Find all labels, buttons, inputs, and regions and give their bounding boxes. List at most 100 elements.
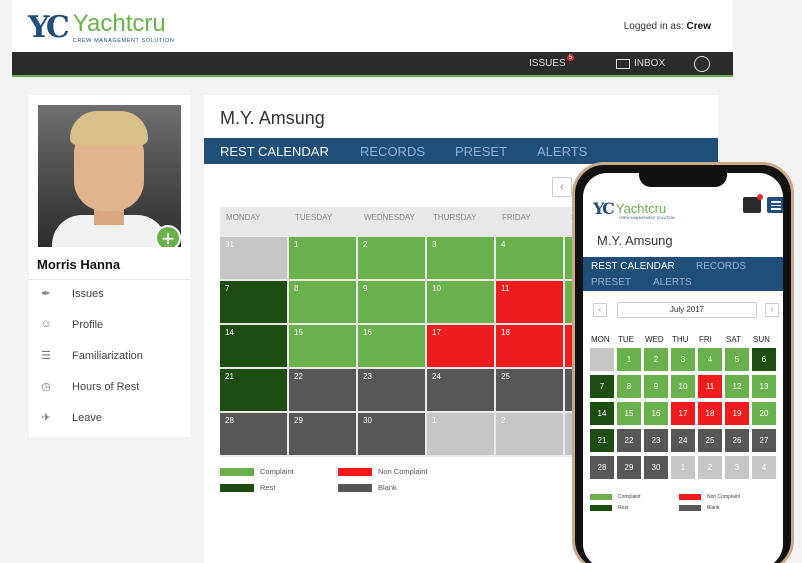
phone-calendar-day-cell[interactable]: 16 xyxy=(644,402,668,425)
phone-calendar-day-cell[interactable]: 1 xyxy=(617,348,641,371)
phone-calendar-day-cell[interactable]: 3 xyxy=(725,456,749,479)
calendar-day-cell[interactable]: 28 xyxy=(220,413,287,455)
sidebar-item-leave[interactable]: ✈ Leave xyxy=(38,408,188,428)
sidebar-item-label: Profile xyxy=(72,319,104,331)
sidebar-item-issues[interactable]: ✒ Issues xyxy=(38,284,188,304)
sidebar-item-hours-of-rest[interactable]: ◷ Hours of Rest xyxy=(38,377,188,397)
calendar-day-cell[interactable]: 29 xyxy=(289,413,356,455)
legend-label: Blank xyxy=(378,483,397,492)
phone-calendar-day-cell[interactable]: 13 xyxy=(752,375,776,398)
phone-calendar-day-cell[interactable]: 7 xyxy=(590,375,614,398)
phone-tab-preset[interactable]: PRESET xyxy=(591,277,631,288)
phone-tab-rest-calendar[interactable]: REST CALENDAR xyxy=(591,261,675,272)
calendar-day-cell[interactable]: 11 xyxy=(496,281,563,323)
phone-calendar-day-cell[interactable]: 1 xyxy=(671,456,695,479)
phone-calendar-day-cell[interactable]: 15 xyxy=(617,402,641,425)
phone-calendar-day-cell[interactable]: 11 xyxy=(698,375,722,398)
calendar-day-cell[interactable]: 24 xyxy=(427,369,494,411)
calendar-day-cell[interactable]: 22 xyxy=(289,369,356,411)
calendar-day-cell[interactable]: 31 xyxy=(220,237,287,279)
phone-calendar-day-cell[interactable]: 10 xyxy=(671,375,695,398)
calendar-day-cell[interactable]: 7 xyxy=(220,281,287,323)
hamburger-menu-icon[interactable] xyxy=(767,197,783,213)
phone-calendar-day-cell[interactable]: 26 xyxy=(725,429,749,452)
calendar-day-cell[interactable]: 15 xyxy=(289,325,356,367)
issues-count-badge: 5 xyxy=(566,54,575,61)
phone-calendar-day-cell[interactable]: 27 xyxy=(752,429,776,452)
phone-calendar-day-cell[interactable]: 12 xyxy=(725,375,749,398)
calendar-day-cell[interactable]: 2 xyxy=(496,413,563,455)
phone-calendar-day-cell[interactable]: 18 xyxy=(698,402,722,425)
prev-month-button[interactable]: ‹ xyxy=(552,177,572,197)
add-photo-button[interactable]: + xyxy=(155,225,181,247)
person-icon: ☺ xyxy=(40,318,52,330)
phone-logo[interactable]: YC Yachtcru CREW MANAGEMENT SOLUTION xyxy=(593,199,675,220)
tab-rest-calendar[interactable]: REST CALENDAR xyxy=(220,144,329,159)
inbox-nav-link[interactable]: INBOX xyxy=(616,58,665,69)
calendar-day-cell[interactable]: 4 xyxy=(496,237,563,279)
calendar-day-cell[interactable]: 16 xyxy=(358,325,425,367)
plane-icon: ✈ xyxy=(41,412,51,424)
calendar-day-cell[interactable]: 3 xyxy=(427,237,494,279)
logo[interactable]: YC Yachtcru CREW MANAGEMENT SOLUTION xyxy=(28,10,174,45)
tab-alerts[interactable]: ALERTS xyxy=(537,144,587,159)
calendar-day-cell[interactable]: 30 xyxy=(358,413,425,455)
calendar-day-cell[interactable]: 2 xyxy=(358,237,425,279)
phone-calendar-day-cell[interactable]: 8 xyxy=(617,375,641,398)
user-account-icon[interactable] xyxy=(694,56,710,72)
calendar-day-cell[interactable]: 1 xyxy=(427,413,494,455)
calendar-day-cell[interactable]: 10 xyxy=(427,281,494,323)
sidebar-item-familiarization[interactable]: ☰ Familiarization xyxy=(38,346,188,366)
calendar-day-cell[interactable]: 21 xyxy=(220,369,287,411)
phone-calendar-day-cell[interactable]: 4 xyxy=(698,348,722,371)
calendar-day-cell[interactable]: 17 xyxy=(427,325,494,367)
phone-calendar-day-cell[interactable]: 19 xyxy=(725,402,749,425)
phone-calendar-day-cell[interactable]: 5 xyxy=(725,348,749,371)
phone-calendar-day-cell[interactable]: 20 xyxy=(752,402,776,425)
legend-swatch xyxy=(338,483,372,492)
tab-preset[interactable]: PRESET xyxy=(455,144,507,159)
tab-records[interactable]: RECORDS xyxy=(360,144,425,159)
phone-calendar-day-cell[interactable]: 29 xyxy=(617,456,641,479)
phone-calendar-day-cell[interactable]: 9 xyxy=(644,375,668,398)
calendar-day-cell[interactable]: 18 xyxy=(496,325,563,367)
phone-next-month-button[interactable]: › xyxy=(765,303,779,317)
sidebar-item-profile[interactable]: ☺ Profile xyxy=(38,315,188,335)
phone-calendar-day-cell[interactable]: 24 xyxy=(671,429,695,452)
phone-calendar-day-cell[interactable]: 22 xyxy=(617,429,641,452)
phone-legend-swatch xyxy=(679,505,701,511)
phone-logo-tagline: CREW MANAGEMENT SOLUTION xyxy=(619,216,675,220)
phone-calendar-day-cell[interactable]: 2 xyxy=(644,348,668,371)
phone-inbox-icon[interactable] xyxy=(743,194,763,213)
phone-calendar-day-cell[interactable]: 14 xyxy=(590,402,614,425)
phone-prev-month-button[interactable]: ‹ xyxy=(593,303,607,317)
phone-calendar-day-cell[interactable]: 23 xyxy=(644,429,668,452)
phone-calendar-day-cell[interactable]: 28 xyxy=(590,456,614,479)
logo-tagline: CREW MANAGEMENT SOLUTION xyxy=(72,37,175,44)
phone-tab-alerts[interactable]: ALERTS xyxy=(653,277,692,288)
phone-month-select[interactable]: July 2017 xyxy=(617,302,757,318)
divider xyxy=(29,279,190,280)
phone-calendar-day-cell[interactable]: 2 xyxy=(698,456,722,479)
legend-label: Non Complaint xyxy=(378,467,428,476)
phone-calendar-day-cell[interactable]: 25 xyxy=(698,429,722,452)
calendar-day-cell[interactable]: 8 xyxy=(289,281,356,323)
phone-calendar-day-cell[interactable]: 6 xyxy=(752,348,776,371)
phone-calendar-day-cell[interactable]: 21 xyxy=(590,429,614,452)
calendar-day-cell[interactable]: 14 xyxy=(220,325,287,367)
phone-calendar-day-cell[interactable]: 17 xyxy=(671,402,695,425)
day-of-week-header: THURSDAY xyxy=(433,213,477,222)
sidebar-item-label: Issues xyxy=(72,288,104,300)
legend-item: Rest xyxy=(220,483,275,492)
issues-nav-link[interactable]: ISSUES 5 xyxy=(529,54,575,69)
calendar-day-cell[interactable]: 9 xyxy=(358,281,425,323)
phone-calendar-day-cell[interactable]: 4 xyxy=(752,456,776,479)
calendar-day-cell[interactable]: 1 xyxy=(289,237,356,279)
calendar-day-cell[interactable]: 25 xyxy=(496,369,563,411)
legend-swatch xyxy=(338,467,372,476)
phone-calendar-day-cell[interactable]: 3 xyxy=(671,348,695,371)
calendar-day-cell[interactable]: 23 xyxy=(358,369,425,411)
phone-calendar-day-cell[interactable]: 30 xyxy=(644,456,668,479)
phone-tab-records[interactable]: RECORDS xyxy=(696,261,746,272)
phone-calendar-day-cell[interactable] xyxy=(590,348,614,371)
